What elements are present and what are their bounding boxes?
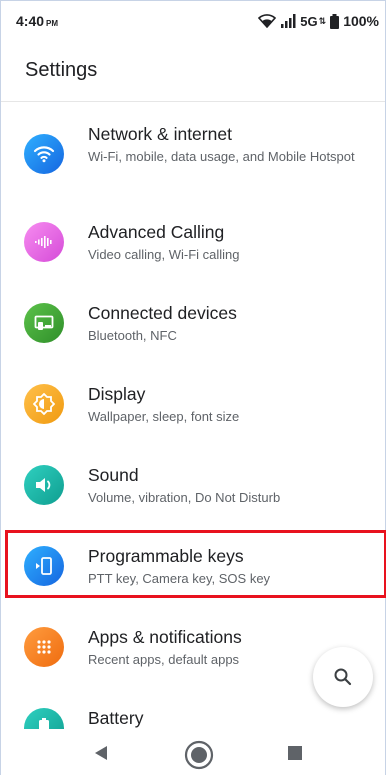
back-icon: [95, 746, 107, 760]
settings-item-subtitle: Video calling, Wi-Fi calling: [88, 247, 240, 262]
settings-item-sound[interactable]: Sound Volume, vibration, Do Not Disturb: [1, 445, 385, 525]
home-button[interactable]: [181, 737, 217, 773]
search-icon: [334, 668, 352, 686]
settings-item-subtitle: Volume, vibration, Do Not Disturb: [88, 490, 281, 505]
highlight-box: [5, 530, 386, 598]
settings-item-subtitle: Wi-Fi, mobile, data usage, and Mobile Ho…: [88, 149, 355, 164]
home-icon: [184, 740, 214, 770]
battery-level: 100%: [343, 13, 379, 29]
settings-item-title: Apps & notifications: [88, 627, 242, 647]
status-bar: 4:40 PM 5G ⇅ 100%: [1, 1, 385, 41]
settings-item-network[interactable]: Network & internet Wi-Fi, mobile, data u…: [1, 102, 385, 182]
settings-item-title: Battery: [88, 708, 144, 728]
search-button[interactable]: [313, 647, 373, 707]
settings-item-display[interactable]: Display Wallpaper, sleep, font size: [1, 364, 385, 444]
call-waves-icon: [24, 222, 64, 262]
settings-item-advanced-calling[interactable]: Advanced Calling Video calling, Wi-Fi ca…: [1, 202, 385, 282]
data-arrows-icon: ⇅: [318, 15, 327, 26]
network-type: 5G: [300, 13, 318, 29]
settings-item-title: Connected devices: [88, 303, 237, 323]
volume-icon: [24, 465, 64, 505]
signal-icon: [281, 14, 296, 28]
settings-item-subtitle: Wallpaper, sleep, font size: [88, 409, 240, 424]
recents-icon: [288, 746, 302, 760]
battery-icon: [24, 708, 64, 729]
settings-item-title: Network & internet: [88, 124, 232, 144]
apps-grid-icon: [24, 627, 64, 667]
wifi-status-icon: [258, 14, 277, 28]
settings-item-connected-devices[interactable]: Connected devices Bluetooth, NFC: [1, 283, 385, 363]
recents-button[interactable]: [279, 737, 311, 769]
brightness-icon: [24, 384, 64, 424]
status-time: 4:40 PM: [16, 13, 58, 29]
status-time-value: 4:40: [16, 13, 45, 29]
wifi-icon: [24, 134, 64, 174]
settings-item-subtitle: Bluetooth, NFC: [88, 328, 177, 343]
status-icons: 5G ⇅ 100%: [258, 13, 379, 29]
page-title: Settings: [25, 59, 98, 81]
settings-item-title: Advanced Calling: [88, 222, 225, 242]
status-am-pm: PM: [46, 19, 59, 28]
battery-status-icon: [330, 13, 340, 29]
settings-item-title: Sound: [88, 465, 139, 485]
back-button[interactable]: [85, 737, 117, 769]
navigation-bar: [1, 729, 385, 776]
settings-item-title: Display: [88, 384, 146, 404]
devices-icon: [24, 303, 64, 343]
